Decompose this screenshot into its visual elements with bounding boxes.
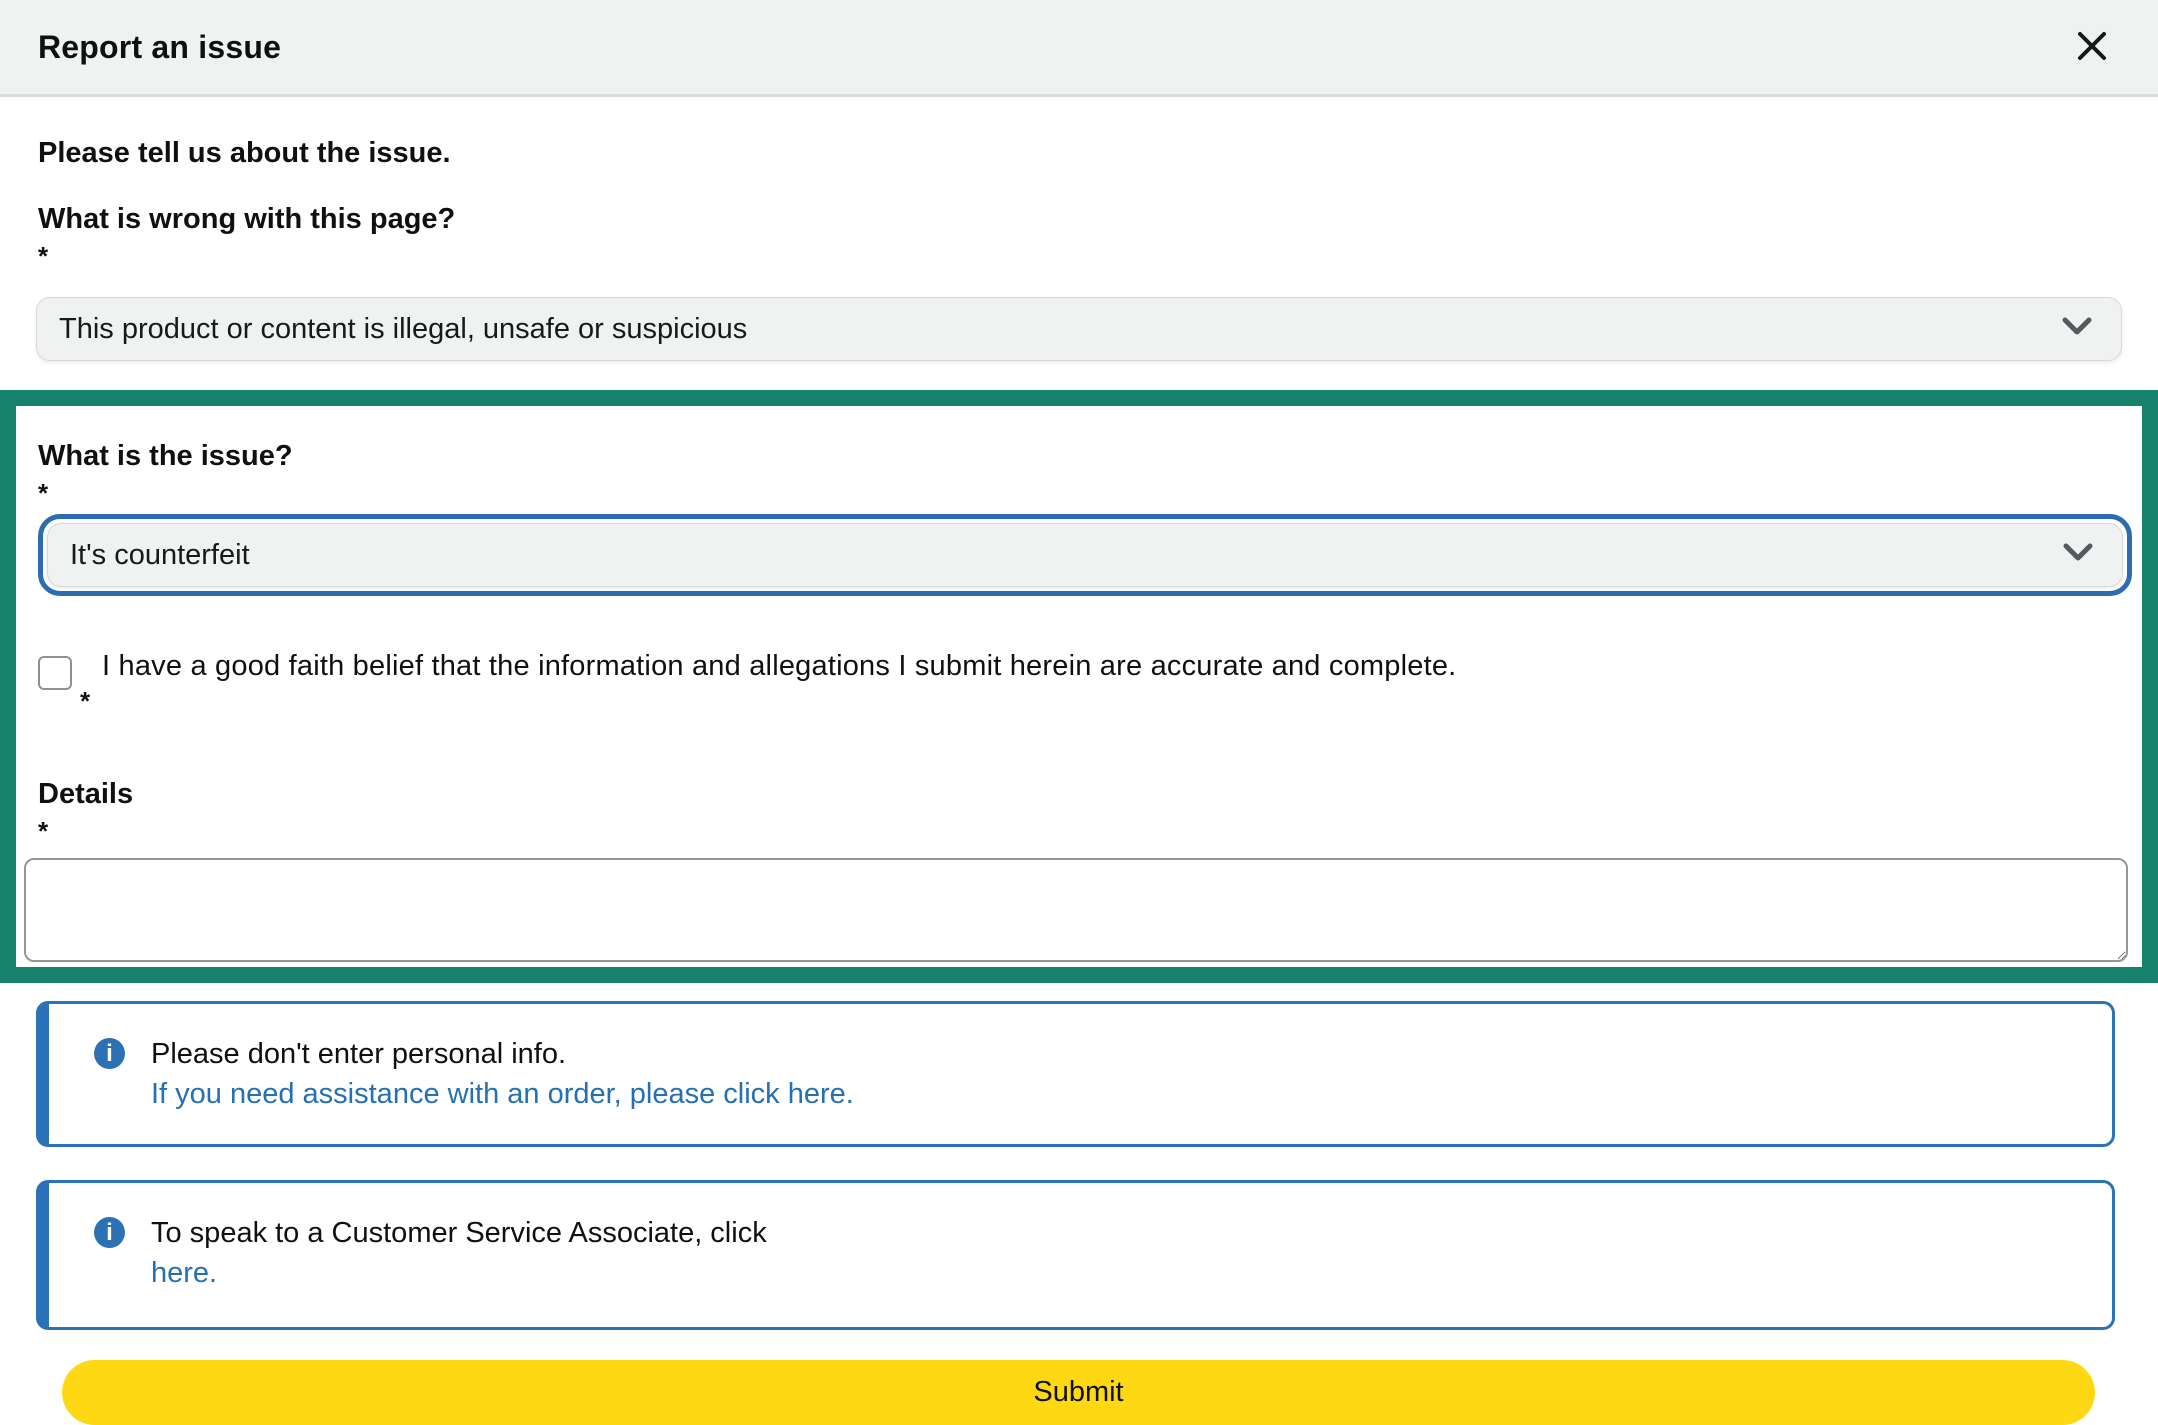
modal-body: Please tell us about the issue. What is …: [0, 97, 2158, 1425]
issue-select-value: It's counterfeit: [70, 539, 250, 572]
issue-label: What is the issue?: [38, 436, 2132, 476]
issue-select-focus-ring: It's counterfeit: [38, 514, 2132, 596]
modal-header: Report an issue: [0, 0, 2158, 97]
chevron-down-icon: [2061, 316, 2093, 343]
good-faith-texts: I have a good faith belief that the info…: [102, 646, 1456, 716]
submit-button[interactable]: Submit: [62, 1360, 2095, 1425]
modal-title: Report an issue: [38, 29, 281, 66]
order-assistance-link[interactable]: If you need assistance with an order, pl…: [151, 1074, 2082, 1114]
notice-row: i Please don't enter personal info.: [94, 1034, 2082, 1074]
info-icon: i: [94, 1217, 125, 1248]
personal-info-notice: i Please don't enter personal info. If y…: [36, 1001, 2115, 1147]
page-issue-select[interactable]: This product or content is illegal, unsa…: [36, 297, 2122, 361]
customer-service-link[interactable]: here.: [151, 1253, 2082, 1293]
page-issue-label: What is wrong with this page?: [38, 199, 2158, 239]
required-marker: *: [38, 816, 2132, 846]
required-marker: *: [38, 241, 2158, 271]
required-marker: *: [80, 686, 1456, 716]
highlighted-issue-section: What is the issue? * It's counterfeit I …: [0, 390, 2158, 983]
good-faith-checkbox[interactable]: [38, 656, 72, 690]
customer-service-notice: i To speak to a Customer Service Associa…: [36, 1180, 2115, 1330]
details-label: Details: [38, 774, 2132, 814]
notice-row: i To speak to a Customer Service Associa…: [94, 1213, 2082, 1253]
required-marker: *: [38, 478, 2132, 508]
chevron-down-icon: [2062, 542, 2094, 569]
close-button[interactable]: [2066, 20, 2118, 75]
report-issue-modal: Report an issue Please tell us about the…: [0, 0, 2158, 1410]
info-icon: i: [94, 1038, 125, 1069]
details-textarea[interactable]: [24, 858, 2128, 962]
notice-text: To speak to a Customer Service Associate…: [151, 1213, 767, 1253]
good-faith-label: I have a good faith belief that the info…: [102, 646, 1456, 686]
issue-select[interactable]: It's counterfeit: [47, 523, 2123, 587]
intro-text: Please tell us about the issue.: [38, 133, 2158, 173]
page-issue-select-value: This product or content is illegal, unsa…: [59, 313, 747, 346]
close-icon: [2072, 26, 2112, 69]
notice-text: Please don't enter personal info.: [151, 1034, 566, 1074]
good-faith-row: I have a good faith belief that the info…: [38, 646, 2132, 716]
